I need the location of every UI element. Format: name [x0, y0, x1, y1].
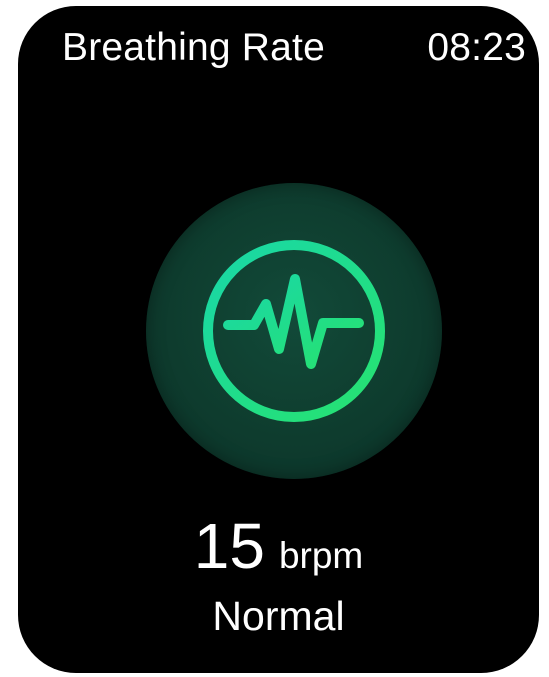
- header: Breathing Rate 08:23: [62, 28, 526, 67]
- breathing-icon-container: [146, 183, 442, 479]
- page-title: Breathing Rate: [62, 26, 325, 69]
- pulse-line: [223, 274, 364, 369]
- heartbeat-ring: [203, 240, 385, 422]
- clock-time: 08:23: [427, 26, 526, 69]
- breathing-rate-reading: 15 brpm: [18, 514, 539, 578]
- breathing-status: Normal: [212, 593, 345, 639]
- breathing-rate-value: 15: [193, 510, 265, 582]
- breathing-rate-unit: brpm: [278, 535, 364, 576]
- heartbeat-icon: [203, 240, 385, 422]
- watch-screen: Breathing Rate 08:23 15 brpm Normal: [18, 6, 539, 673]
